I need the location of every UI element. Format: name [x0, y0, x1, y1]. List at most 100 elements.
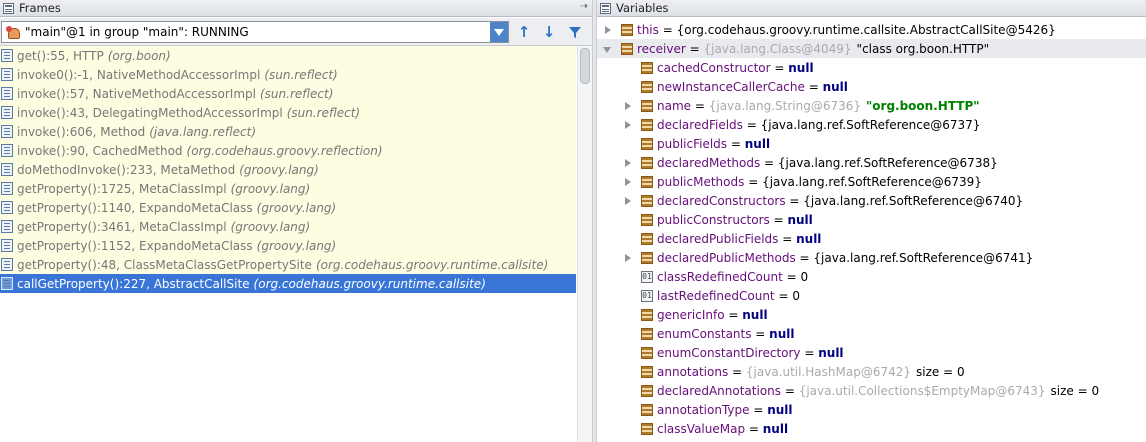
equals-sign: =	[774, 288, 793, 303]
variable-row[interactable]: receiver = {java.lang.Class@4049} "class …	[597, 39, 1146, 58]
arrow-down-icon[interactable]: ↓	[539, 23, 559, 41]
expand-arrow-icon[interactable]	[623, 177, 633, 187]
frame-row[interactable]: invoke():606, Method (java.lang.reflect)	[0, 122, 576, 141]
frame-row[interactable]: getProperty():1140, ExpandoMetaClass (gro…	[0, 198, 576, 217]
expand-arrow-icon[interactable]	[623, 158, 633, 168]
stack-frame-icon	[1, 125, 13, 138]
field-icon	[641, 403, 653, 416]
frame-method: invoke():90, CachedMethod	[17, 143, 183, 158]
field-icon	[641, 175, 653, 188]
equals-sign: =	[781, 383, 799, 398]
filter-icon[interactable]	[565, 23, 585, 41]
frame-row-selected[interactable]: callGetProperty():227, AbstractCallSite(…	[0, 274, 576, 293]
variable-row[interactable]: this = {org.codehaus.groovy.runtime.call…	[597, 20, 1146, 39]
variable-value: null	[787, 212, 813, 227]
variable-row[interactable]: publicMethods = {java.lang.ref.SoftRefer…	[597, 172, 1146, 191]
variable-row[interactable]: 01 lastRedefinedCount = 0	[597, 286, 1146, 305]
variable-row[interactable]: declaredPublicMethods = {java.lang.ref.S…	[597, 248, 1146, 267]
expand-arrow-icon[interactable]	[623, 253, 633, 263]
variable-row[interactable]: declaredAnnotations = {java.util.Collect…	[597, 381, 1146, 400]
frame-class: (groovy.lang)	[230, 181, 311, 196]
variable-row[interactable]: 01 classRedefinedCount = 0	[597, 267, 1146, 286]
variable-row[interactable]: classValueMap = null	[597, 419, 1146, 438]
variable-row[interactable]: declaredPublicFields = null	[597, 229, 1146, 248]
equals-sign: =	[742, 117, 761, 132]
field-icon	[641, 61, 653, 74]
frame-class: (groovy.lang)	[256, 238, 337, 253]
variable-value: {org.codehaus.groovy.runtime.callsite.Ab…	[676, 22, 1056, 37]
chevron-down-icon[interactable]	[490, 22, 508, 42]
primitive-field-icon: 01	[641, 289, 653, 302]
frame-row[interactable]: invoke():57, NativeMethodAccessorImpl (su…	[0, 84, 576, 103]
equals-sign: =	[770, 60, 789, 75]
pin-icon[interactable]: ⇢	[580, 1, 588, 12]
frame-row[interactable]: getProperty():3461, MetaClassImpl (groovy…	[0, 217, 576, 236]
variable-name: lastRedefinedCount	[657, 288, 775, 303]
stack-frame-icon	[1, 106, 13, 119]
frame-row[interactable]: invoke():90, CachedMethod (org.codehaus.g…	[0, 141, 576, 160]
frame-class: (java.lang.reflect)	[149, 124, 257, 139]
frames-title: Frames	[19, 1, 61, 15]
frame-row[interactable]: doMethodInvoke():233, MetaMethod (groovy.…	[0, 160, 576, 179]
frame-row[interactable]: getProperty():1725, MetaClassImpl (groovy…	[0, 179, 576, 198]
equals-sign: =	[728, 364, 746, 379]
variable-value: {java.lang.ref.SoftReference@6737}	[760, 117, 981, 132]
variable-row[interactable]: cachedConstructor = null	[597, 58, 1146, 77]
expand-arrow-icon[interactable]	[623, 101, 633, 111]
variable-name: enumConstants	[657, 326, 752, 341]
equals-sign: =	[745, 421, 763, 436]
variable-value: {java.lang.ref.SoftReference@6738}	[777, 155, 998, 170]
variable-row[interactable]: genericInfo = null	[597, 305, 1146, 324]
equals-sign: =	[744, 174, 763, 189]
variable-name: declaredPublicMethods	[657, 250, 796, 265]
frame-class: (groovy.lang)	[239, 162, 319, 177]
frame-class: (org.codehaus.groovy.runtime.callsite)	[253, 276, 486, 291]
frame-class: (sun.reflect)	[264, 67, 338, 82]
variable-name: declaredConstructors	[657, 193, 786, 208]
expand-arrow-icon[interactable]	[603, 25, 613, 35]
collapse-arrow-icon[interactable]	[603, 44, 613, 54]
variable-row[interactable]: annotationType = null	[597, 400, 1146, 419]
thread-selector[interactable]: "main"@1 in group "main": RUNNING	[1, 21, 509, 43]
variable-value: size = 0	[916, 364, 965, 379]
frame-row[interactable]: getProperty():48, ClassMetaClassGetPrope…	[0, 255, 576, 274]
frames-scrollbar[interactable]	[577, 46, 592, 442]
variable-row[interactable]: enumConstantDirectory = null	[597, 343, 1146, 362]
variable-row[interactable]: publicConstructors = null	[597, 210, 1146, 229]
field-icon	[641, 422, 653, 435]
stack-frame-icon	[1, 163, 13, 176]
frame-row[interactable]: get():55, HTTP (org.boon)	[0, 46, 576, 65]
variable-row[interactable]: publicFields = null	[597, 134, 1146, 153]
frame-row[interactable]: getProperty():1152, ExpandoMetaClass (gro…	[0, 236, 576, 255]
variable-name: this	[637, 22, 659, 37]
variable-row[interactable]: declaredFields = {java.lang.ref.SoftRefe…	[597, 115, 1146, 134]
variable-name: declaredFields	[657, 117, 743, 132]
variable-row[interactable]: declaredMethods = {java.lang.ref.SoftRef…	[597, 153, 1146, 172]
variable-row[interactable]: newInstanceCallerCache = null	[597, 77, 1146, 96]
variable-row[interactable]: enumConstants = null	[597, 324, 1146, 343]
frame-class: (groovy.lang)	[256, 200, 337, 215]
field-icon	[641, 194, 653, 207]
stack-frame-icon	[1, 277, 13, 290]
variable-ref: {java.lang.Class@4049}	[703, 41, 852, 56]
scrollbar-thumb[interactable]	[580, 48, 590, 84]
variable-row[interactable]: name = {java.lang.String@6736} "org.boon.…	[597, 96, 1146, 115]
variable-value: null	[767, 402, 793, 417]
variable-name: classValueMap	[657, 421, 746, 436]
arrow-up-icon[interactable]: ↑	[514, 23, 534, 41]
expand-arrow-icon[interactable]	[623, 120, 633, 130]
frame-row[interactable]: invoke():43, DelegatingMethodAccessorImp…	[0, 103, 576, 122]
frame-method: invoke():43, DelegatingMethodAccessorImp…	[17, 105, 283, 120]
variable-row[interactable]: annotations = {java.util.HashMap@6742} si…	[597, 362, 1146, 381]
variable-row[interactable]: declaredConstructors = {java.lang.ref.So…	[597, 191, 1146, 210]
frame-row[interactable]: invoke0():-1, NativeMethodAccessorImpl (s…	[0, 65, 576, 84]
expand-arrow-icon[interactable]	[623, 196, 633, 206]
frame-method: doMethodInvoke():233, MetaMethod	[17, 162, 236, 177]
